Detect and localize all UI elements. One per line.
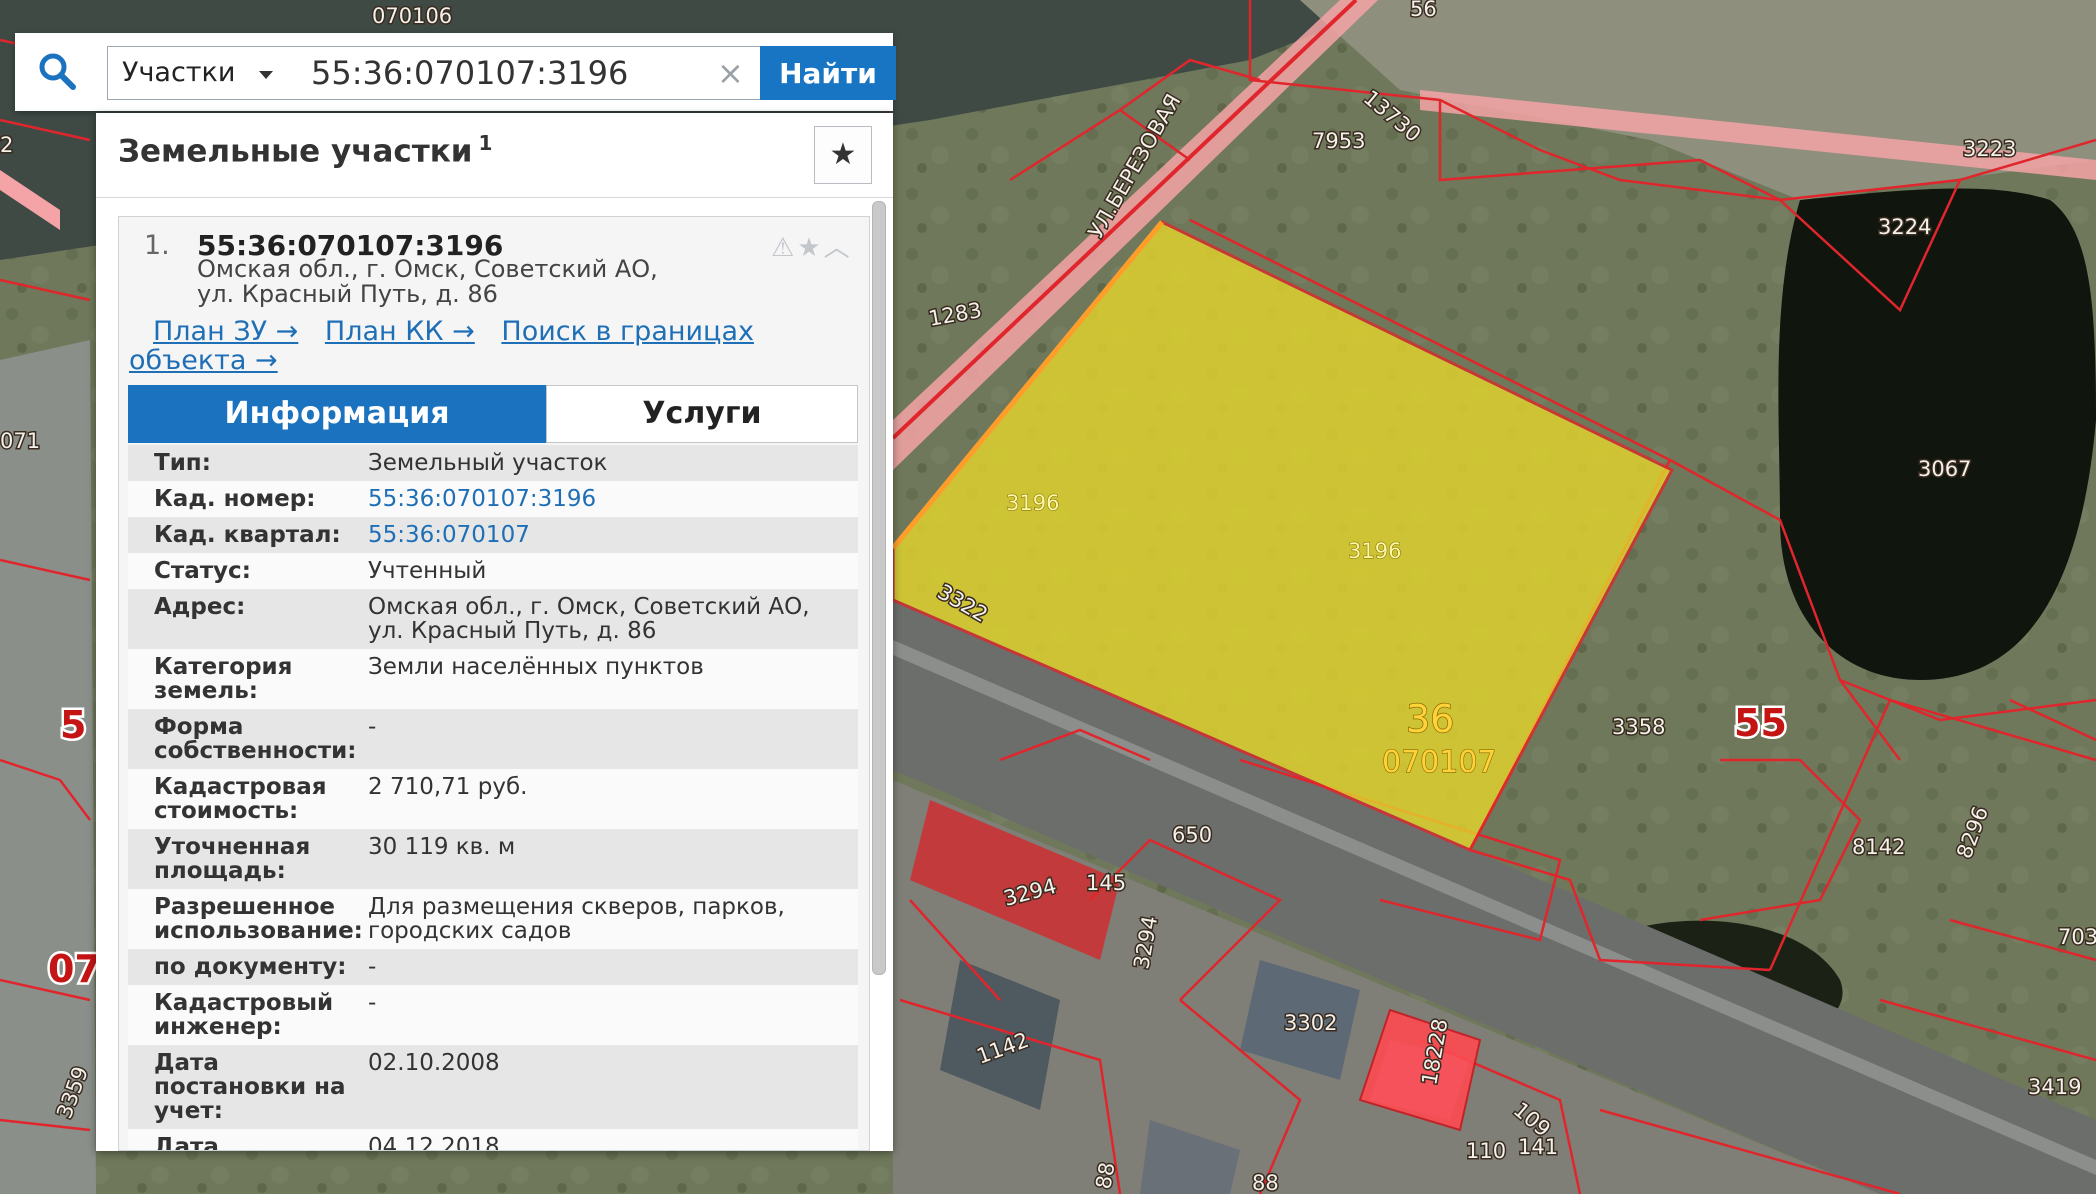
info-key: Дата постановки на учет:	[154, 1050, 346, 1124]
parcel-label: 55	[1734, 701, 1787, 745]
info-row: Разрешенное использование:Для размещения…	[128, 889, 858, 949]
info-key: Уточненная площадь:	[154, 834, 311, 884]
star-icon[interactable]: ★	[797, 233, 823, 263]
info-value: Для размещения скверов, парков, городски…	[368, 894, 785, 944]
info-key: Форма собственности:	[154, 714, 357, 764]
info-row: Дата постановки на учет: 02.10.2008	[128, 1045, 858, 1129]
parcel-label: 141	[1518, 1135, 1558, 1159]
parcel-label: 8142	[1852, 835, 1905, 859]
tab-services[interactable]: Услуги	[546, 385, 858, 443]
search-type-label: Участки	[122, 57, 236, 88]
results-panel: Земельные участки 1 ★ 1. 55:36:070107:319…	[96, 113, 893, 1151]
result-tabs: Информация Услуги	[128, 385, 858, 445]
parcel-label: 88	[1091, 1160, 1119, 1190]
chevron-down-icon	[259, 71, 273, 79]
info-value: 30 119 кв. м	[368, 834, 516, 860]
info-key: Категория земель:	[154, 654, 293, 704]
result-index: 1.	[144, 230, 170, 261]
results-scroll-area[interactable]: 1. 55:36:070107:3196 Омская обл., г. Омс…	[118, 216, 870, 1151]
info-table: Тип: Земельный участок Кад. номер: 55:36:07…	[128, 445, 858, 1151]
star-icon: ★	[829, 137, 857, 172]
parcel-label: 7953	[1312, 129, 1365, 153]
search-input[interactable]	[289, 46, 761, 100]
urban-west	[0, 340, 96, 1194]
info-row: Уточненная площадь: 30 119 кв. м	[128, 829, 858, 889]
info-value: 02.10.2008	[368, 1050, 500, 1076]
panel-divider	[96, 197, 893, 198]
result-address: Омская обл., г. Омск, Советский АО, ул. …	[197, 255, 658, 308]
info-value: Омская обл., г. Омск, Советский АО, ул. …	[368, 594, 810, 644]
parcel-label: 3419	[2028, 1075, 2081, 1099]
parcel-label: 3224	[1878, 215, 1931, 239]
info-key: Адрес:	[154, 594, 246, 620]
parcel-label: 071	[0, 429, 40, 453]
info-value: 2 710,71 руб.	[368, 774, 528, 800]
info-value: -	[368, 954, 377, 980]
parcel-label: 3223	[1963, 137, 2016, 161]
info-row: Адрес: Омская обл., г. Омск, Советский АО…	[128, 589, 858, 649]
result-actions: ⚠★︿	[771, 227, 853, 264]
parcel-label: 56	[1410, 0, 1437, 21]
info-key: Разрешенное использование:	[154, 894, 363, 944]
info-key: Кадастровая стоимость:	[154, 774, 327, 824]
info-value: 04.12.2018	[368, 1134, 500, 1151]
search-type-select[interactable]: Участки	[107, 46, 290, 100]
info-key: Кад. квартал:	[154, 522, 341, 548]
parcel-label: 36	[1406, 697, 1454, 741]
info-value: -	[368, 714, 377, 740]
parcel-label: 703	[2058, 925, 2096, 949]
info-value: Земли населённых пунктов	[368, 654, 704, 680]
info-value: -	[368, 990, 377, 1016]
info-key: по документу:	[154, 954, 347, 980]
parcel-label: 5	[60, 703, 86, 747]
info-key: Кад. номер:	[154, 486, 316, 512]
clear-icon[interactable]: ×	[717, 56, 744, 90]
plan-zu-link[interactable]: План ЗУ →	[153, 316, 298, 347]
parcel-label: 070106	[372, 4, 452, 28]
parcel-label: 2	[0, 133, 13, 157]
warning-icon[interactable]: ⚠	[771, 233, 797, 263]
parcel-label: 650	[1172, 823, 1212, 847]
parcel-label: 3196	[1348, 539, 1401, 563]
info-value: Земельный участок	[368, 450, 608, 476]
info-row: Кад. номер: 55:36:070107:3196	[128, 481, 858, 517]
tab-info[interactable]: Информация	[128, 385, 546, 443]
panel-title: Земельные участки 1	[118, 131, 492, 169]
result-count: 1	[478, 131, 493, 155]
parcel-label: 070107	[1382, 745, 1497, 780]
info-value-link[interactable]: 55:36:070107	[368, 523, 838, 547]
info-key: Дата	[154, 1134, 219, 1151]
info-row: Форма собственности:-	[128, 709, 858, 769]
plan-kk-link[interactable]: План КК →	[325, 316, 475, 347]
info-row: Дата 04.12.2018	[128, 1129, 858, 1151]
scrollbar[interactable]	[872, 201, 886, 975]
info-row: Кадастровый инженер: -	[128, 985, 858, 1045]
info-value: Учтенный	[368, 558, 487, 584]
parcel-label: 88	[1252, 1171, 1279, 1194]
info-row: Тип: Земельный участок	[128, 445, 858, 481]
info-key: Кадастровый инженер:	[154, 990, 334, 1040]
search-icon[interactable]	[37, 51, 77, 91]
favorites-button[interactable]: ★	[814, 126, 872, 184]
parcel-label: 3302	[1284, 1011, 1337, 1035]
parcel-label: 3196	[1006, 491, 1059, 515]
find-button[interactable]: Найти	[760, 46, 896, 100]
chevron-up-icon[interactable]: ︿	[824, 233, 853, 263]
parcel-label: 145	[1086, 871, 1126, 895]
result-links: План ЗУ → План КК → Поиск в границах объ…	[129, 317, 849, 375]
parcel-label: 3358	[1612, 715, 1665, 739]
info-key: Тип:	[154, 450, 211, 476]
info-row: Категория земель: Земли населённых пункто…	[128, 649, 858, 709]
panel-title-text: Земельные участки	[118, 133, 473, 170]
parcel-label: 3067	[1918, 457, 1971, 481]
info-key: Статус:	[154, 558, 251, 584]
info-row: Статус: Учтенный	[128, 553, 858, 589]
info-row: Кад. квартал: 55:36:070107	[128, 517, 858, 553]
info-row: по документу: -	[128, 949, 858, 985]
search-bar: Участки × Найти	[15, 33, 896, 111]
parcel-label: 110	[1466, 1139, 1506, 1163]
info-value-link[interactable]: 55:36:070107:3196	[368, 487, 838, 511]
info-row: Кадастровая стоимость: 2 710,71 руб.	[128, 769, 858, 829]
